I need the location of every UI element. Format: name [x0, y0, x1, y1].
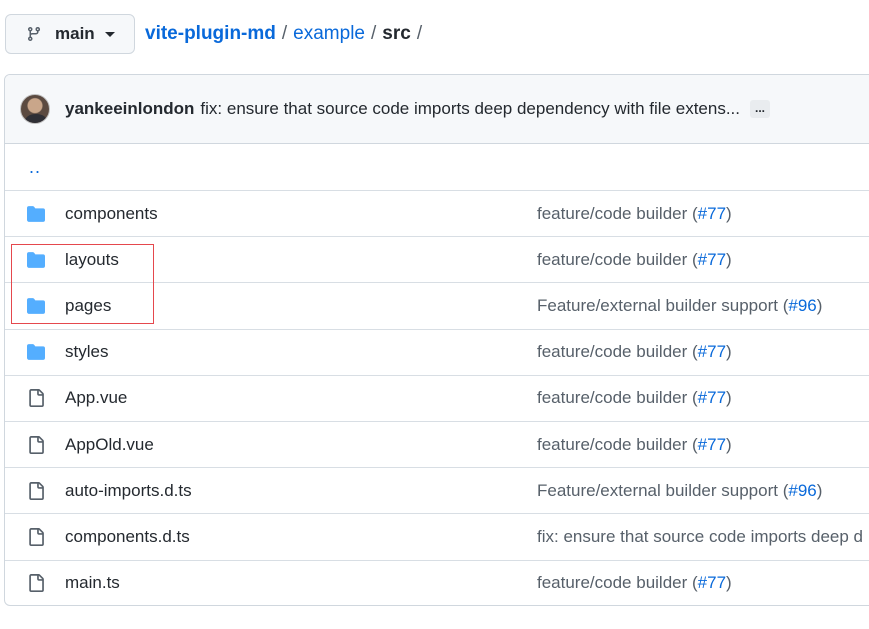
file-row[interactable]: components.d.ts fix: ensure that source c…: [5, 513, 869, 559]
commit-message-text: fix: ensure that source code imports dee…: [537, 526, 864, 546]
commit-expand-button[interactable]: ...: [750, 100, 771, 118]
paren-close: ): [816, 480, 823, 500]
commit-message-text: Feature/external builder support (: [537, 480, 789, 500]
commit-message-link[interactable]: Feature/external builder support (#96): [537, 296, 822, 316]
breadcrumb-repo-link[interactable]: vite-plugin-md: [145, 23, 276, 45]
branch-selector-button[interactable]: main: [5, 14, 135, 54]
file-row[interactable]: components feature/code builder (#77): [5, 190, 869, 236]
commit-message-link[interactable]: feature/code builder (#77): [537, 204, 732, 224]
file-name-link[interactable]: components.d.ts: [65, 527, 190, 547]
commit-message-text: feature/code builder (: [537, 573, 698, 593]
folder-icon: [25, 204, 47, 224]
pull-request-link[interactable]: #77: [698, 204, 726, 223]
avatar[interactable]: [20, 94, 50, 124]
file-row[interactable]: auto-imports.d.ts Feature/external builde…: [5, 467, 869, 513]
breadcrumb: vite-plugin-md / example / src /: [145, 23, 428, 45]
paren-close: ): [726, 342, 732, 362]
file-name-link[interactable]: layouts: [65, 250, 119, 270]
caret-down-icon: [104, 31, 115, 37]
file-name-link[interactable]: auto-imports.d.ts: [65, 481, 192, 501]
commit-message-link[interactable]: feature/code builder (#77): [537, 342, 732, 362]
file-icon: [25, 435, 47, 455]
file-name-link[interactable]: App.vue: [65, 388, 127, 408]
pull-request-link[interactable]: #77: [698, 342, 726, 361]
commit-author-link[interactable]: yankeeinlondon: [65, 99, 194, 119]
commit-message-text: feature/code builder (: [537, 388, 698, 408]
file-name-link[interactable]: styles: [65, 342, 108, 362]
latest-commit-bar: yankeeinlondon fix: ensure that source c…: [5, 75, 869, 144]
paren-close: ): [726, 249, 732, 269]
commit-message-text: feature/code builder (: [537, 203, 698, 223]
commit-message-text: Feature/external builder support (: [537, 295, 789, 315]
parent-directory-row[interactable]: ..: [5, 144, 869, 190]
branch-name: main: [55, 24, 95, 43]
file-icon: [25, 573, 47, 593]
file-browser: yankeeinlondon fix: ensure that source c…: [4, 74, 869, 606]
paren-close: ): [726, 388, 732, 408]
file-name-link[interactable]: pages: [65, 296, 111, 316]
file-name-link[interactable]: AppOld.vue: [65, 435, 154, 455]
repo-header: main vite-plugin-md / example / src /: [0, 0, 869, 70]
pull-request-link[interactable]: #77: [698, 435, 726, 454]
paren-close: ): [726, 434, 732, 454]
file-name-link[interactable]: components: [65, 204, 158, 224]
pull-request-link[interactable]: #77: [698, 388, 726, 407]
file-icon: [25, 527, 47, 547]
file-row[interactable]: App.vue feature/code builder (#77): [5, 374, 869, 421]
commit-message-link[interactable]: feature/code builder (#77): [537, 573, 732, 593]
commit-message-link[interactable]: fix: ensure that source code imports dee…: [200, 99, 740, 119]
breadcrumb-separator: /: [371, 23, 377, 44]
pull-request-link[interactable]: #96: [788, 296, 816, 315]
folder-icon: [25, 296, 47, 316]
breadcrumb-current: src: [382, 23, 411, 44]
paren-close: ): [726, 203, 732, 223]
folder-icon: [25, 342, 47, 362]
commit-message-text: feature/code builder (: [537, 249, 698, 269]
paren-close: ): [816, 295, 823, 315]
commit-message-link[interactable]: Feature/external builder support (#96): [537, 481, 822, 501]
file-icon: [25, 481, 47, 501]
file-row[interactable]: main.ts feature/code builder (#77): [5, 559, 869, 606]
file-row[interactable]: layouts feature/code builder (#77): [5, 236, 869, 282]
file-row[interactable]: AppOld.vue feature/code builder (#77): [5, 420, 869, 467]
commit-message-link[interactable]: fix: ensure that source code imports dee…: [537, 527, 863, 547]
pull-request-link[interactable]: #96: [788, 481, 816, 500]
folder-icon: [25, 250, 47, 270]
commit-message-link[interactable]: feature/code builder (#77): [537, 250, 732, 270]
pull-request-link[interactable]: #77: [698, 250, 726, 269]
breadcrumb-folder-link[interactable]: example: [293, 23, 365, 45]
commit-message-text: feature/code builder (: [537, 434, 698, 454]
breadcrumb-trailing-separator: /: [416, 23, 423, 44]
git-branch-icon: [26, 26, 42, 42]
breadcrumb-separator: /: [281, 23, 288, 44]
commit-message-text: feature/code builder (: [537, 342, 698, 362]
file-name-link[interactable]: main.ts: [65, 573, 120, 593]
file-icon: [25, 388, 47, 408]
commit-message-link[interactable]: feature/code builder (#77): [537, 388, 732, 408]
file-row[interactable]: pages Feature/external builder support (#…: [5, 282, 869, 328]
file-row[interactable]: styles feature/code builder (#77): [5, 328, 869, 375]
pull-request-link[interactable]: #77: [698, 573, 726, 592]
parent-directory-link[interactable]: ..: [29, 157, 41, 178]
paren-close: ): [726, 573, 732, 593]
commit-message-link[interactable]: feature/code builder (#77): [537, 435, 732, 455]
